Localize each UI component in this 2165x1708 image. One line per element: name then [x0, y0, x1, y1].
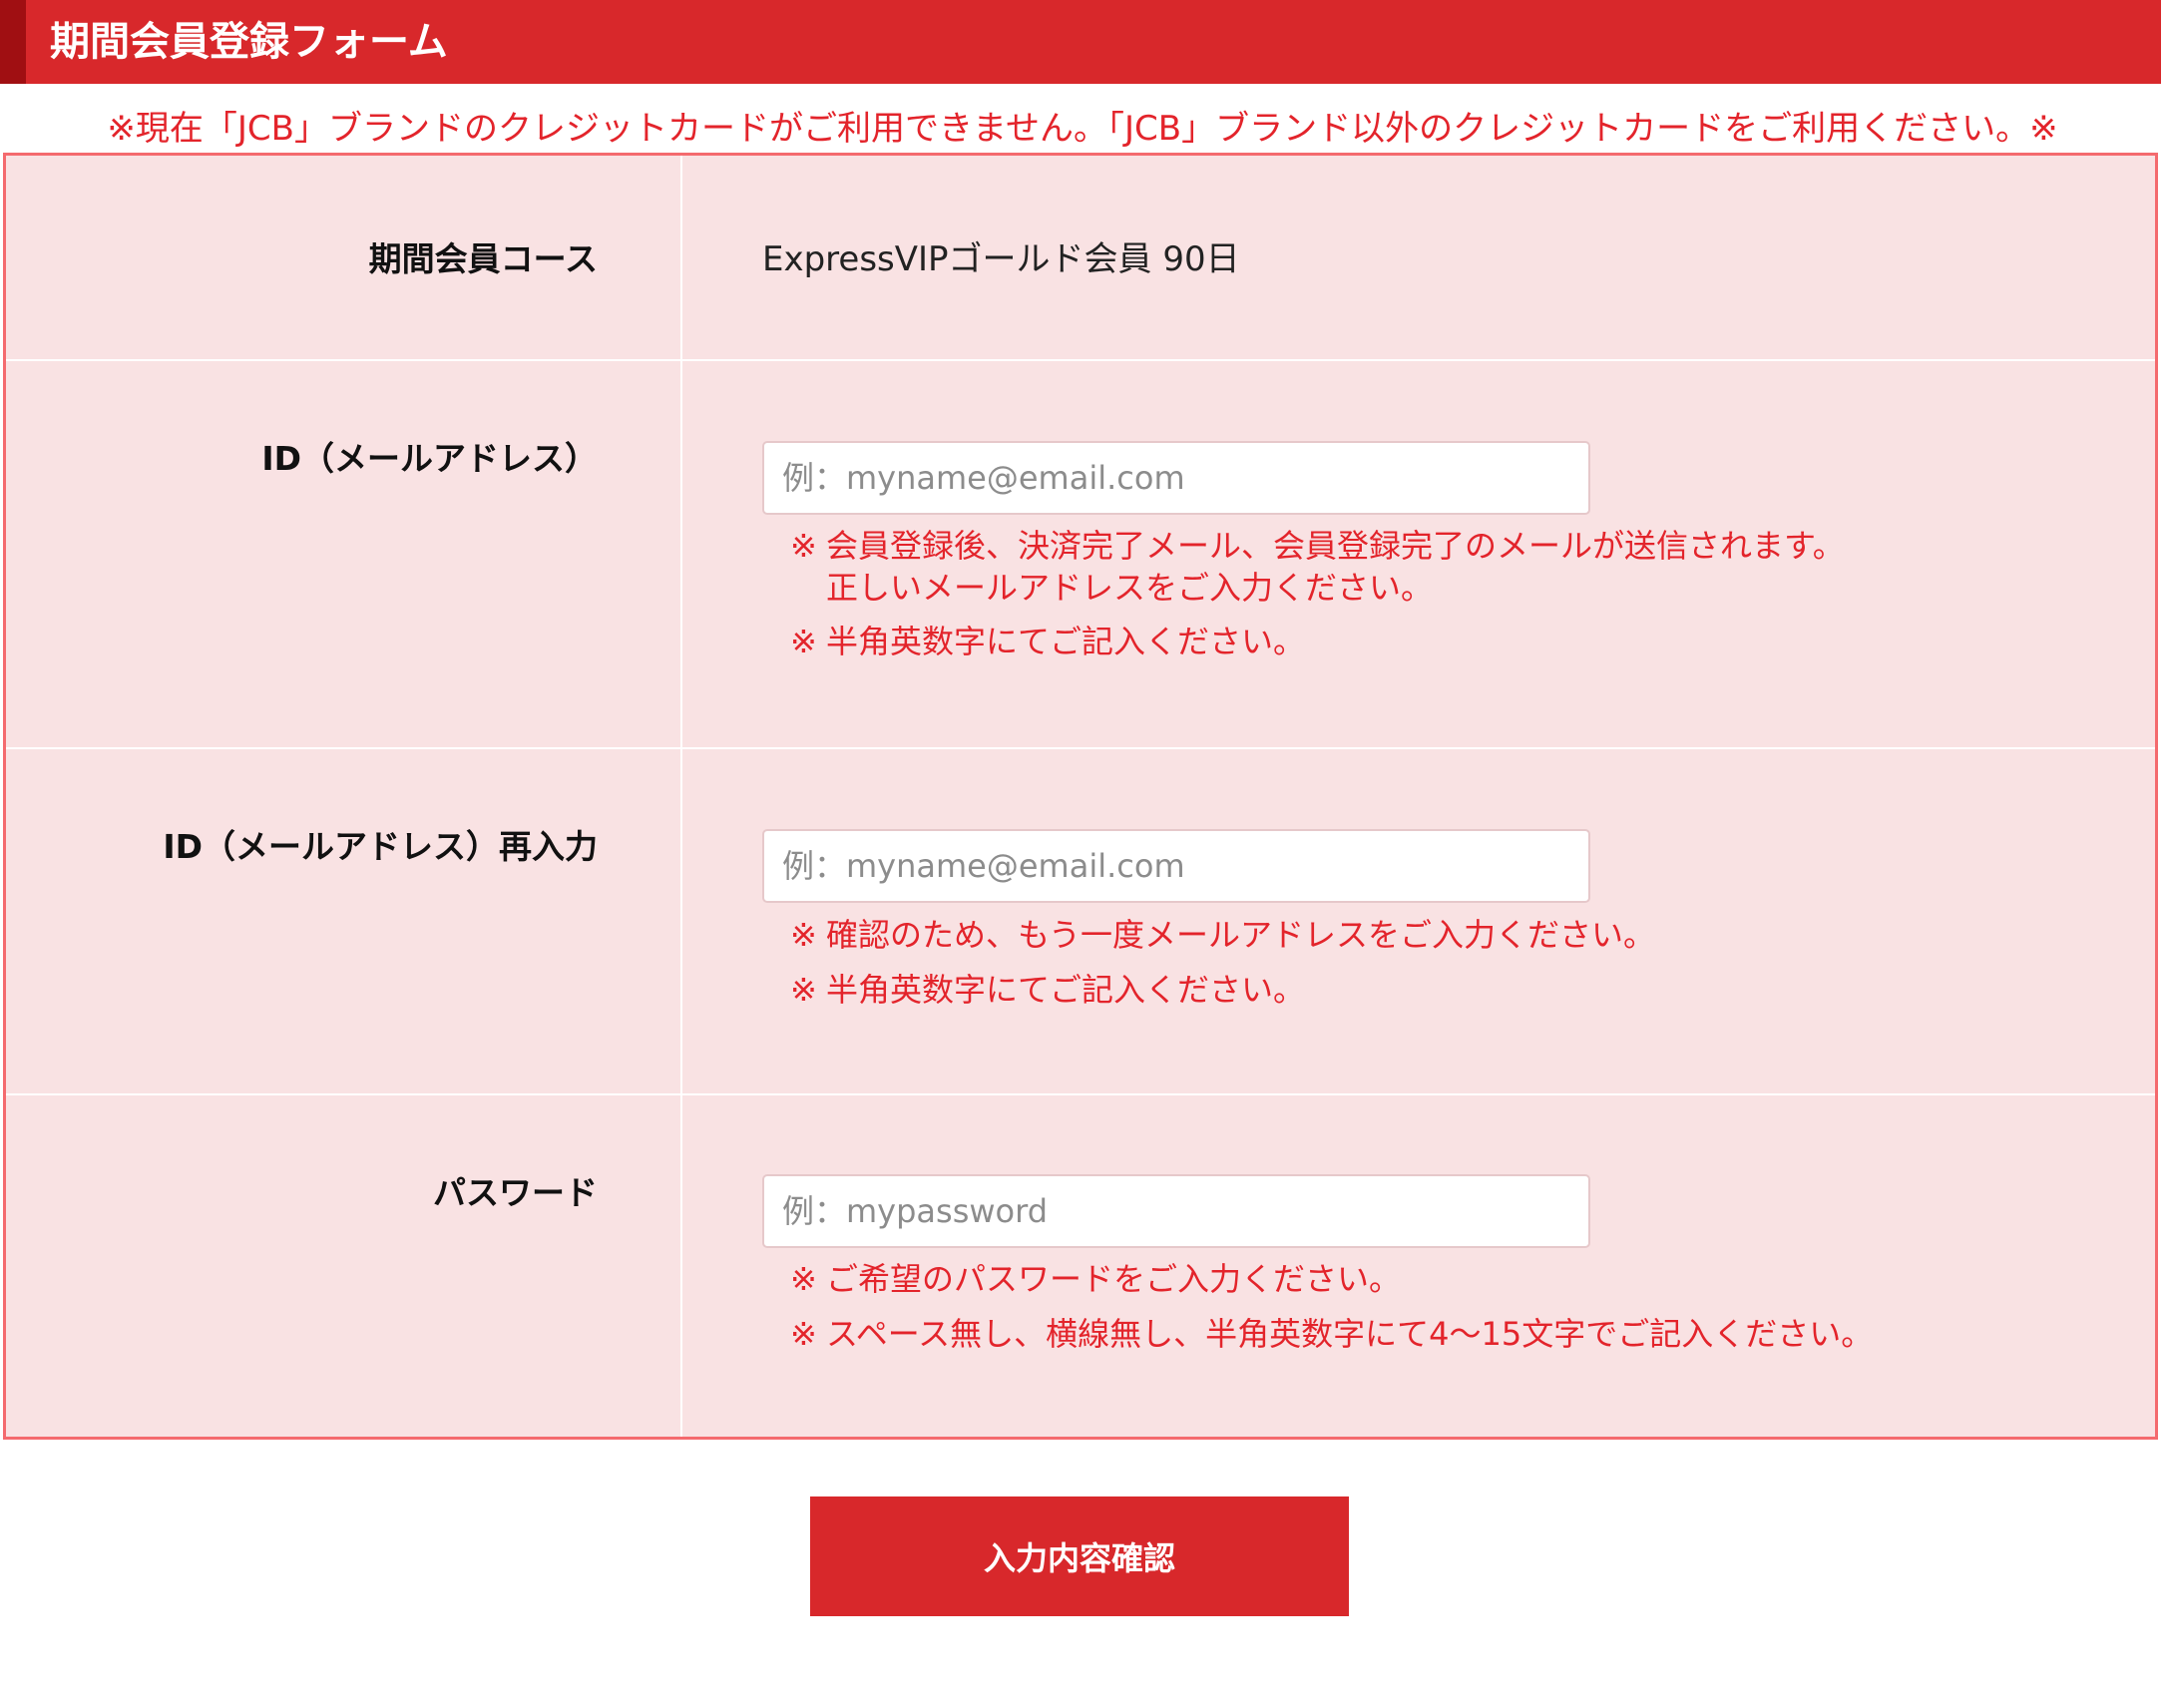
- password-label: パスワード: [433, 1173, 598, 1212]
- email-note-1: ※ 会員登録後、決済完了メール、会員登録完了のメールが送信されます。 正しいメール…: [790, 525, 1845, 609]
- email-confirm-note-2: ※ 半角英数字にてご記入ください。: [790, 969, 1305, 1011]
- note-mark: ※: [790, 1260, 817, 1298]
- row-divider: [6, 359, 2155, 361]
- password-note-1: ※ ご希望のパスワードをご入力ください。: [790, 1258, 1401, 1300]
- password-input[interactable]: [762, 1174, 1590, 1248]
- row-divider: [6, 1093, 2155, 1095]
- column-divider: [680, 156, 682, 1437]
- note-mark: ※: [790, 1315, 817, 1353]
- note-text: ご希望のパスワードをご入力ください。: [826, 1260, 1402, 1298]
- note-mark: ※: [790, 916, 817, 954]
- email-confirm-label: ID（メールアドレス）再入力: [163, 827, 598, 866]
- header-accent-bar: [0, 0, 26, 84]
- email-confirm-note-1: ※ 確認のため、もう一度メールアドレスをご入力ください。: [790, 914, 1655, 956]
- note-mark: ※: [790, 623, 817, 660]
- email-input[interactable]: [762, 441, 1590, 515]
- password-note-2: ※ スペース無し、横線無し、半角英数字にて4～15文字でご記入ください。: [790, 1313, 1873, 1355]
- page-title: 期間会員登録フォーム: [50, 19, 448, 65]
- note-mark: ※: [790, 527, 817, 565]
- page-header: 期間会員登録フォーム: [0, 0, 2161, 84]
- course-value: ExpressVIPゴールド会員 90日: [762, 239, 1240, 279]
- note-text: 半角英数字にてご記入ください。: [826, 623, 1306, 660]
- note-text: 確認のため、もう一度メールアドレスをご入力ください。: [826, 916, 1656, 954]
- note-text: 会員登録後、決済完了メール、会員登録完了のメールが送信されます。: [826, 527, 1845, 565]
- row-divider: [6, 747, 2155, 749]
- email-note-2: ※ 半角英数字にてご記入ください。: [790, 621, 1305, 662]
- note-mark: ※: [790, 971, 817, 1009]
- jcb-notice: ※現在「JCB」ブランドのクレジットカードがご利用できません。「JCB」ブランド…: [107, 109, 2058, 149]
- registration-form: 期間会員コース ExpressVIPゴールド会員 90日 ID（メールアドレス）…: [3, 153, 2158, 1440]
- email-label: ID（メールアドレス）: [261, 439, 598, 478]
- note-text: スペース無し、横線無し、半角英数字にて4～15文字でご記入ください。: [826, 1315, 1874, 1353]
- confirm-input-button[interactable]: 入力内容確認: [810, 1496, 1349, 1616]
- course-label: 期間会員コース: [368, 239, 598, 278]
- note-continuation: 正しいメールアドレスをご入力ください。: [826, 569, 1434, 607]
- note-text: 半角英数字にてご記入ください。: [826, 971, 1306, 1009]
- email-confirm-input[interactable]: [762, 829, 1590, 903]
